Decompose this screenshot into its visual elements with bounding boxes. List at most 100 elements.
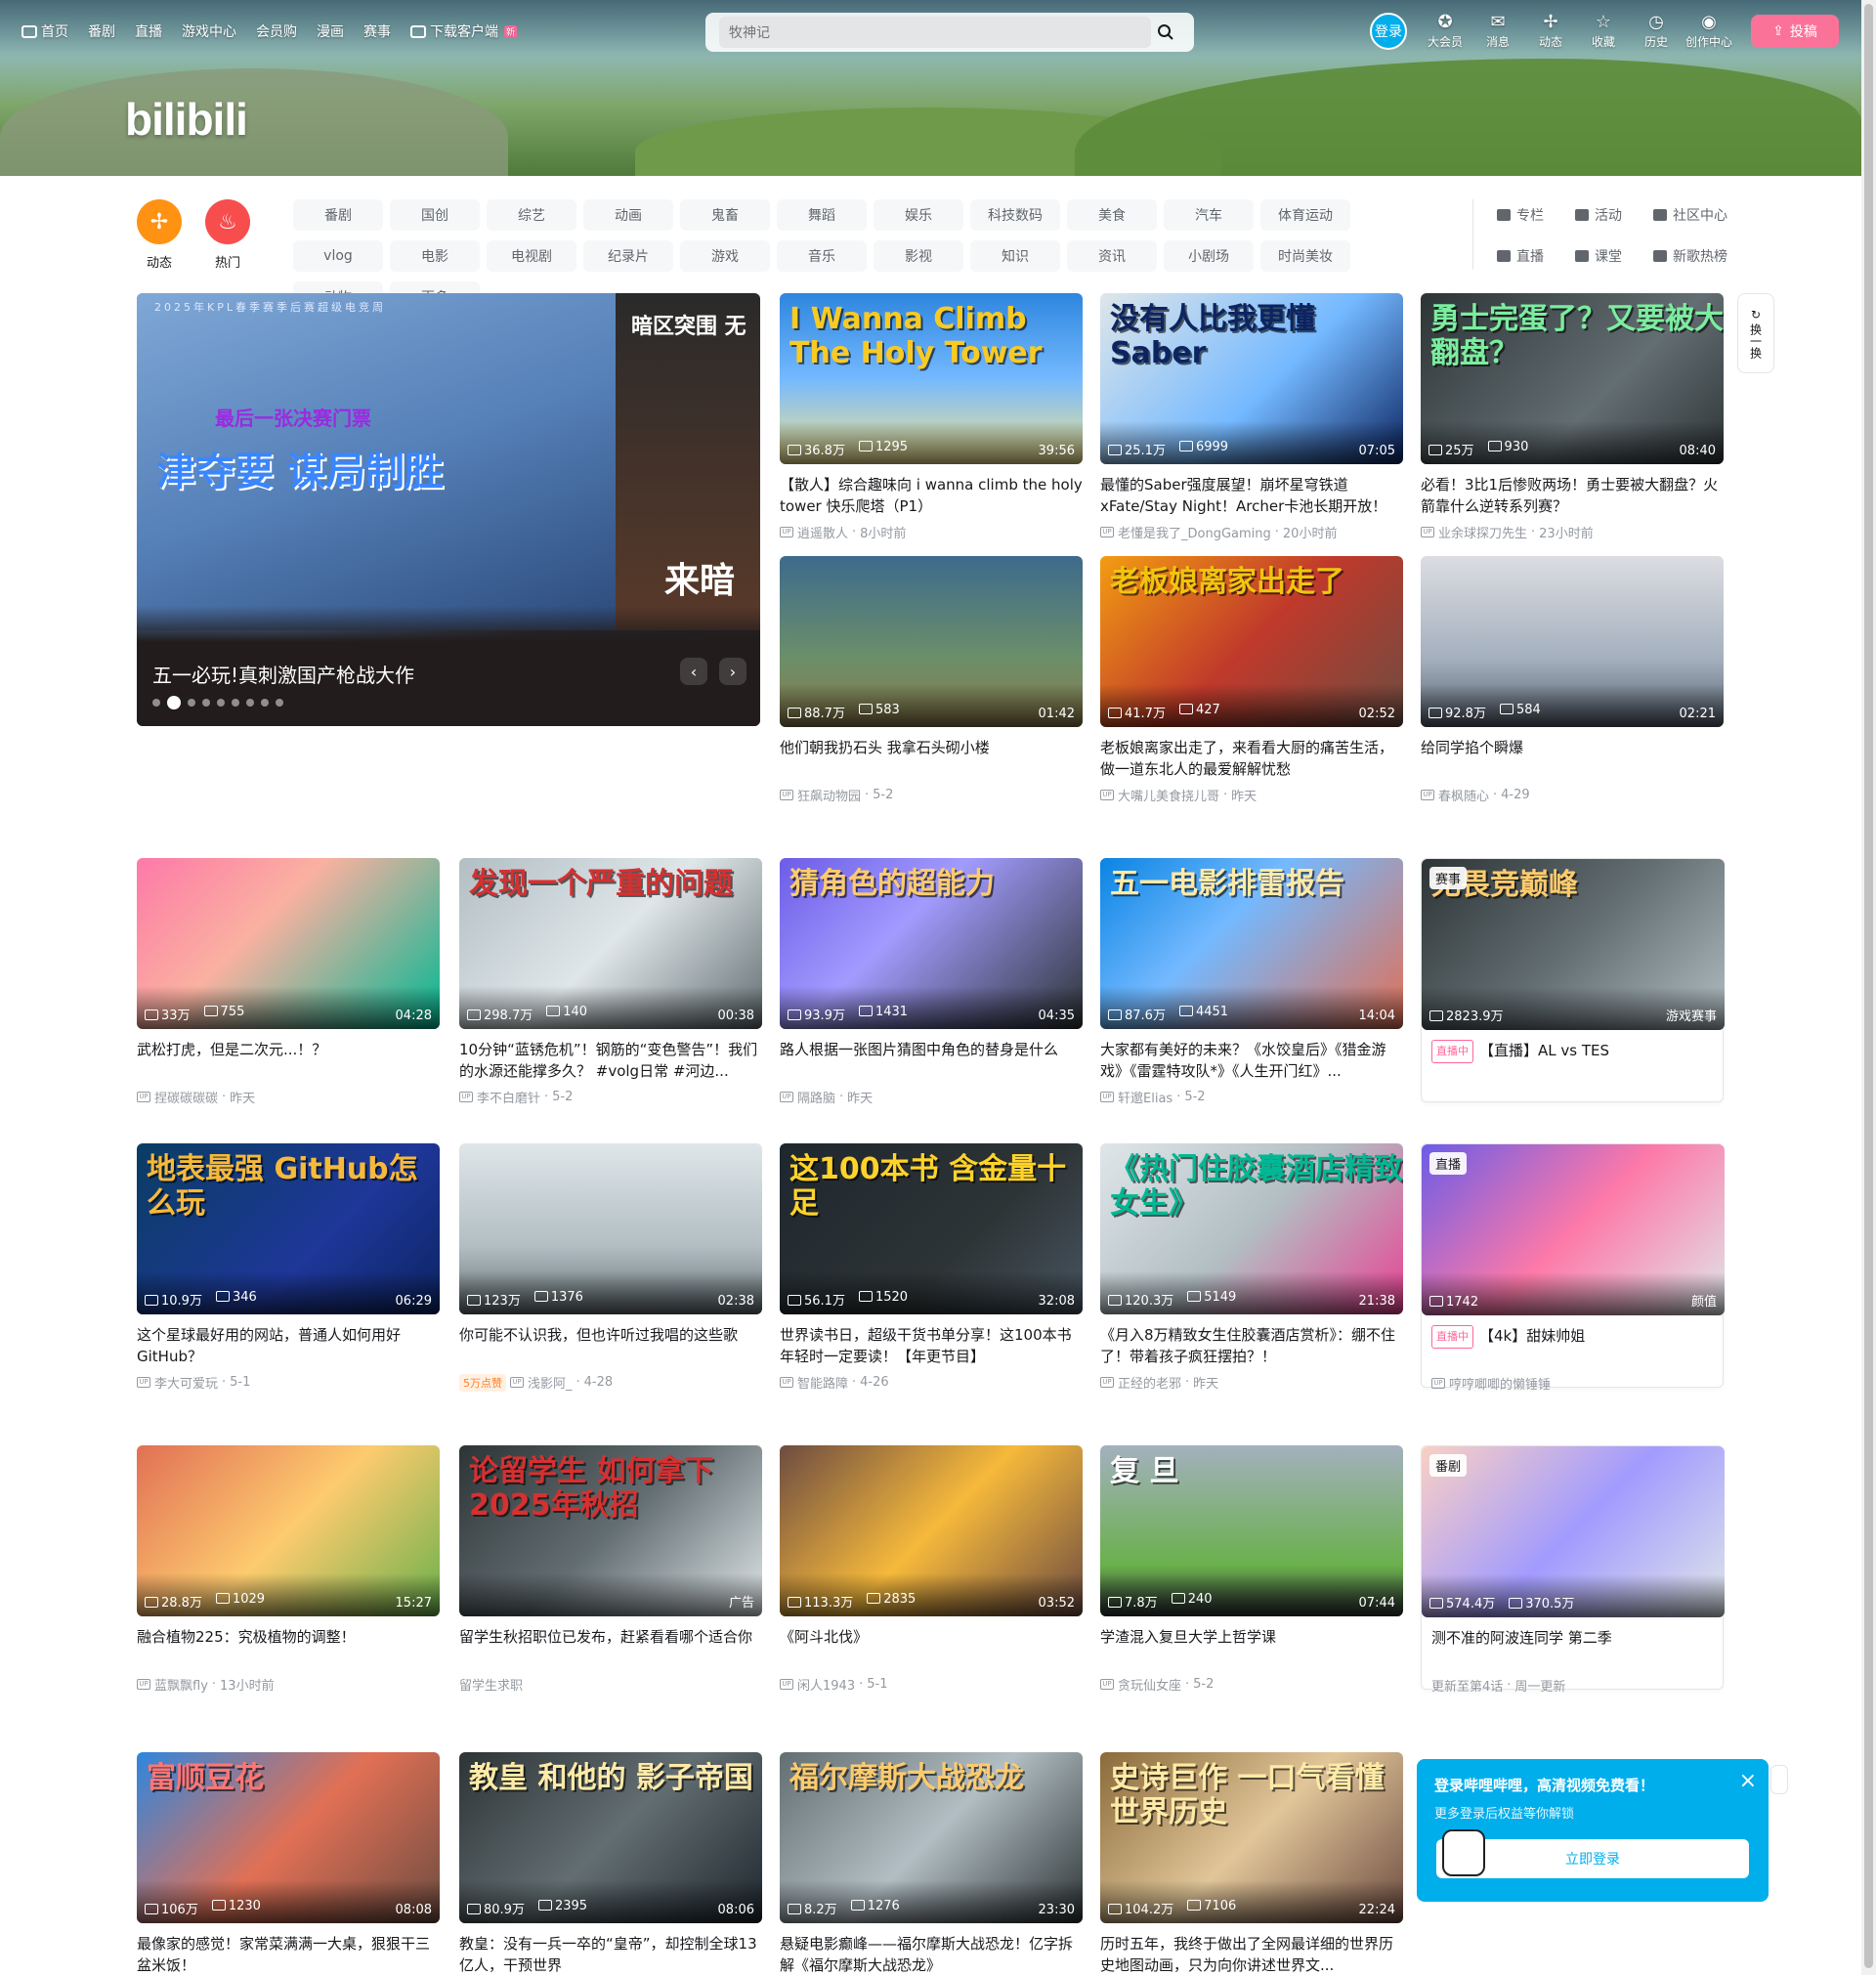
uploader-name[interactable]: 隔路脑 <box>797 1088 835 1106</box>
video-title[interactable]: 最像家的感觉！家常菜满满一大桌，狠狠干三盆米饭！ <box>137 1933 440 1976</box>
video-title-text[interactable]: 10分钟“蓝锈危机”！钢筋的“变色警告”！我们的水源还能撑多久？ #volg日常… <box>459 1041 757 1080</box>
video-card[interactable]: 富顺豆花 106万 1230 08:08 最像家的感觉！家常菜满满一大桌，狠狠干三盆米饭… <box>137 1752 440 1976</box>
video-title-text[interactable]: 武松打虎，但是二次元...！？ <box>137 1041 326 1058</box>
upload-button[interactable]: ⇪ 投稿 <box>1751 15 1839 48</box>
video-card[interactable]: 教皇 和他的 影子帝国 80.9万 2395 08:06 教皇：没有一兵一卒的“皇帝”，… <box>459 1752 762 1976</box>
video-thumbnail[interactable]: 复 旦 7.8万 240 07:44 <box>1100 1445 1403 1616</box>
video-card[interactable]: 发现一个严重的问题 298.7万 140 00:38 10分钟“蓝锈危机”！钢筋的“变色… <box>459 858 762 1106</box>
video-title[interactable]: 给同学掐个瞬爆 <box>1421 737 1724 780</box>
video-thumbnail[interactable]: 勇士完蛋了？又要被大翻盘？ 25万 930 08:40 <box>1421 293 1724 464</box>
video-card[interactable]: 五一电影排雷报告 87.6万 4451 14:04 大家都有美好的未来？《水饺皇后》《猎… <box>1100 858 1403 1106</box>
channel-item[interactable]: 汽车 <box>1164 199 1254 231</box>
uploader-name[interactable]: 狂飙动物园 <box>797 786 861 804</box>
video-thumbnail[interactable]: 92.8万 584 02:21 <box>1421 556 1724 727</box>
video-thumbnail[interactable]: 老板娘离家出走了 41.7万 427 02:52 <box>1100 556 1403 727</box>
channel-item[interactable]: 纪录片 <box>583 240 673 272</box>
swap-button[interactable]: ↻ 换一换 <box>1737 293 1774 373</box>
carousel-next-button[interactable]: › <box>719 658 746 685</box>
video-thumbnail[interactable]: 富顺豆花 106万 1230 08:08 <box>137 1752 440 1923</box>
carousel-dot[interactable] <box>152 699 160 707</box>
video-card[interactable]: 28.8万 1029 15:27 融合植物225：究极植物的调整！ UP 蓝飘飘fly · 1… <box>137 1445 440 1694</box>
uploader-name[interactable]: 蓝飘飘fly <box>154 1675 208 1694</box>
scrollbar-thumb[interactable] <box>1864 4 1873 1968</box>
side-float-button[interactable] <box>1770 1765 1788 1794</box>
video-card[interactable]: 88.7万 583 01:42 他们朝我扔石头 我拿石头砌小楼 UP 狂飙动物园 · 5-2 <box>780 556 1083 804</box>
search-input[interactable] <box>719 17 1151 48</box>
channel-item[interactable]: 电视剧 <box>487 240 576 272</box>
video-title[interactable]: 留学生秋招职位已发布，赶紧看看哪个适合你 <box>459 1626 762 1669</box>
channel-item[interactable]: 动画 <box>583 199 673 231</box>
video-card[interactable]: 复 旦 7.8万 240 07:44 学渣混入复旦大学上哲学课 UP 贪玩仙女座 · 5-2 <box>1100 1445 1403 1694</box>
carousel-dot[interactable] <box>188 699 195 707</box>
uploader-name[interactable]: 贪玩仙女座 <box>1118 1675 1181 1694</box>
uploader-name[interactable]: 闲人1943 <box>797 1675 855 1694</box>
channel-item[interactable]: 电影 <box>390 240 480 272</box>
video-title[interactable]: 《月入8万精致女生住胶囊酒店赏析》：绷不住了！带着孩子疯狂摆拍？！ <box>1100 1324 1403 1367</box>
channel-item[interactable]: 综艺 <box>487 199 576 231</box>
channel-item[interactable]: 国创 <box>390 199 480 231</box>
channel-item[interactable]: 时尚美妆 <box>1260 240 1350 272</box>
video-title[interactable]: 学渣混入复旦大学上哲学课 <box>1100 1626 1403 1669</box>
channel-item[interactable]: 鬼畜 <box>680 199 770 231</box>
header-历史-item[interactable]: ◷ 历史 <box>1630 12 1683 50</box>
video-title-text[interactable]: 历时五年，我终于做出了全网最详细的世界历史地图动画，只为向你讲述世界文... <box>1100 1935 1393 1974</box>
header-动态-item[interactable]: ✢ 动态 <box>1524 12 1577 50</box>
video-thumbnail[interactable]: 福尔摩斯大战恐龙 8.2万 1276 23:30 <box>780 1752 1083 1923</box>
video-title[interactable]: 路人根据一张图片猜图中角色的替身是什么 <box>780 1039 1083 1082</box>
video-title[interactable]: 他们朝我扔石头 我拿石头砌小楼 <box>780 737 1083 780</box>
header-大会员-item[interactable]: ✪ 大会员 <box>1419 12 1471 50</box>
video-title[interactable]: 武松打虎，但是二次元...！？ <box>137 1039 440 1082</box>
video-title-text[interactable]: 留学生秋招职位已发布，赶紧看看哪个适合你 <box>459 1628 752 1646</box>
video-title[interactable]: 最懂的Saber强度展望！崩坏星穹铁道xFate/Stay Night！Arch… <box>1100 474 1403 517</box>
uploader-name[interactable]: 业余球探刀先生 <box>1438 523 1527 541</box>
carousel-dot[interactable] <box>217 699 225 707</box>
video-title[interactable]: 10分钟“蓝锈危机”！钢筋的“变色警告”！我们的水源还能撑多久？ #volg日常… <box>459 1039 762 1082</box>
video-thumbnail[interactable]: 史诗巨作 一口气看懂 世界历史 104.2万 7106 22:24 <box>1100 1752 1403 1923</box>
video-thumbnail[interactable]: 《热门住胶囊酒店精致女生》 120.3万 5149 21:38 <box>1100 1143 1403 1314</box>
video-title-text[interactable]: 【直播】AL vs TES <box>1479 1042 1609 1059</box>
carousel-prev-button[interactable]: ‹ <box>680 658 707 685</box>
channel-item[interactable]: 资讯 <box>1067 240 1157 272</box>
video-card[interactable]: 113.3万 2835 03:52 《阿斗北伐》 UP 闲人1943 · 5-1 <box>780 1445 1083 1694</box>
uploader-name[interactable]: 老懂是我了_DongGaming <box>1118 523 1271 541</box>
channel-item[interactable]: 番剧 <box>293 199 383 231</box>
video-card[interactable]: 福尔摩斯大战恐龙 8.2万 1276 23:30 悬疑电影癫峰——福尔摩斯大战恐龙！亿字… <box>780 1752 1083 1976</box>
login-avatar-button[interactable]: 登录 <box>1370 13 1407 50</box>
video-title-text[interactable]: 学渣混入复旦大学上哲学课 <box>1100 1628 1276 1646</box>
uploader-name[interactable]: 浅影阿_ <box>528 1373 573 1392</box>
video-title-text[interactable]: 你可能不认识我，但也许听过我唱的这些歌 <box>459 1326 738 1344</box>
header-收藏-item[interactable]: ☆ 收藏 <box>1577 12 1630 50</box>
video-card[interactable]: 论留学生 如何拿下2025年秋招 广告 留学生秋招职位已发布，赶紧看看哪个适合你 留学… <box>459 1445 762 1694</box>
uploader-name[interactable]: 留学生求职 <box>459 1675 523 1694</box>
video-title-text[interactable]: 悬疑电影癫峰——福尔摩斯大战恐龙！亿字拆解《福尔摩斯大战恐龙》 <box>780 1935 1073 1974</box>
video-thumbnail[interactable]: 猜角色的超能力 93.9万 1431 04:35 <box>780 858 1083 1029</box>
uploader-name[interactable]: 逍遥散人 <box>797 523 848 541</box>
channel-item[interactable]: 美食 <box>1067 199 1157 231</box>
video-card[interactable]: 史诗巨作 一口气看懂 世界历史 104.2万 7106 22:24 历时五年，我终于做出… <box>1100 1752 1403 1976</box>
video-thumbnail[interactable]: 无畏竞巅峰 赛事 2823.9万 游戏赛事 <box>1422 859 1725 1030</box>
nav-item[interactable]: 首页 <box>21 21 68 41</box>
carousel-dot-active[interactable] <box>167 696 181 709</box>
video-thumbnail[interactable]: 这100本书 含金量十足 56.1万 1520 32:08 <box>780 1143 1083 1314</box>
channel-extra-item[interactable]: 直播 <box>1497 240 1575 272</box>
video-thumbnail[interactable]: 33万 755 04:28 <box>137 858 440 1029</box>
video-card[interactable]: 勇士完蛋了？又要被大翻盘？ 25万 930 08:40 必看！3比1后惨败两场！勇士要被… <box>1421 293 1724 541</box>
video-title-text[interactable]: 必看！3比1后惨败两场！勇士要被大翻盘？火箭靠什么逆转系列赛？ <box>1421 476 1718 515</box>
video-card[interactable]: 番剧 574.4万 370.5万 测不准的阿波连同学 第二季 更新至第4话 · 周一更新 <box>1421 1445 1725 1695</box>
hot-label[interactable]: 热门 <box>205 252 250 271</box>
uploader-name[interactable]: 更新至第4话 <box>1431 1676 1503 1695</box>
carousel-dot[interactable] <box>246 699 254 707</box>
video-thumbnail[interactable]: 没有人比我更懂Saber 25.1万 6999 07:05 <box>1100 293 1403 464</box>
video-card[interactable]: 老板娘离家出走了 41.7万 427 02:52 老板娘离家出走了，来看看大厨的痛苦生活… <box>1100 556 1403 804</box>
video-title-text[interactable]: 给同学掐个瞬爆 <box>1421 739 1523 756</box>
video-thumbnail[interactable]: 番剧 574.4万 370.5万 <box>1422 1446 1725 1617</box>
video-title[interactable]: 你可能不认识我，但也许听过我唱的这些歌 <box>459 1324 762 1367</box>
uploader-name[interactable]: 轩邈Elias <box>1118 1088 1172 1106</box>
video-title-text[interactable]: 这个星球最好用的网站，普通人如何用好GitHub？ <box>137 1326 401 1365</box>
channel-item[interactable]: 游戏 <box>680 240 770 272</box>
video-card[interactable]: 没有人比我更懂Saber 25.1万 6999 07:05 最懂的Saber强度展望！崩… <box>1100 293 1403 541</box>
bilibili-logo[interactable]: bilibili <box>125 93 248 146</box>
video-card[interactable]: 这100本书 含金量十足 56.1万 1520 32:08 世界读书日，超级干货书单分享… <box>780 1143 1083 1392</box>
video-title[interactable]: 教皇：没有一兵一卒的“皇帝”，却控制全球13亿人，干预世界 <box>459 1933 762 1976</box>
channel-extra-item[interactable]: 社区中心 <box>1653 199 1731 231</box>
